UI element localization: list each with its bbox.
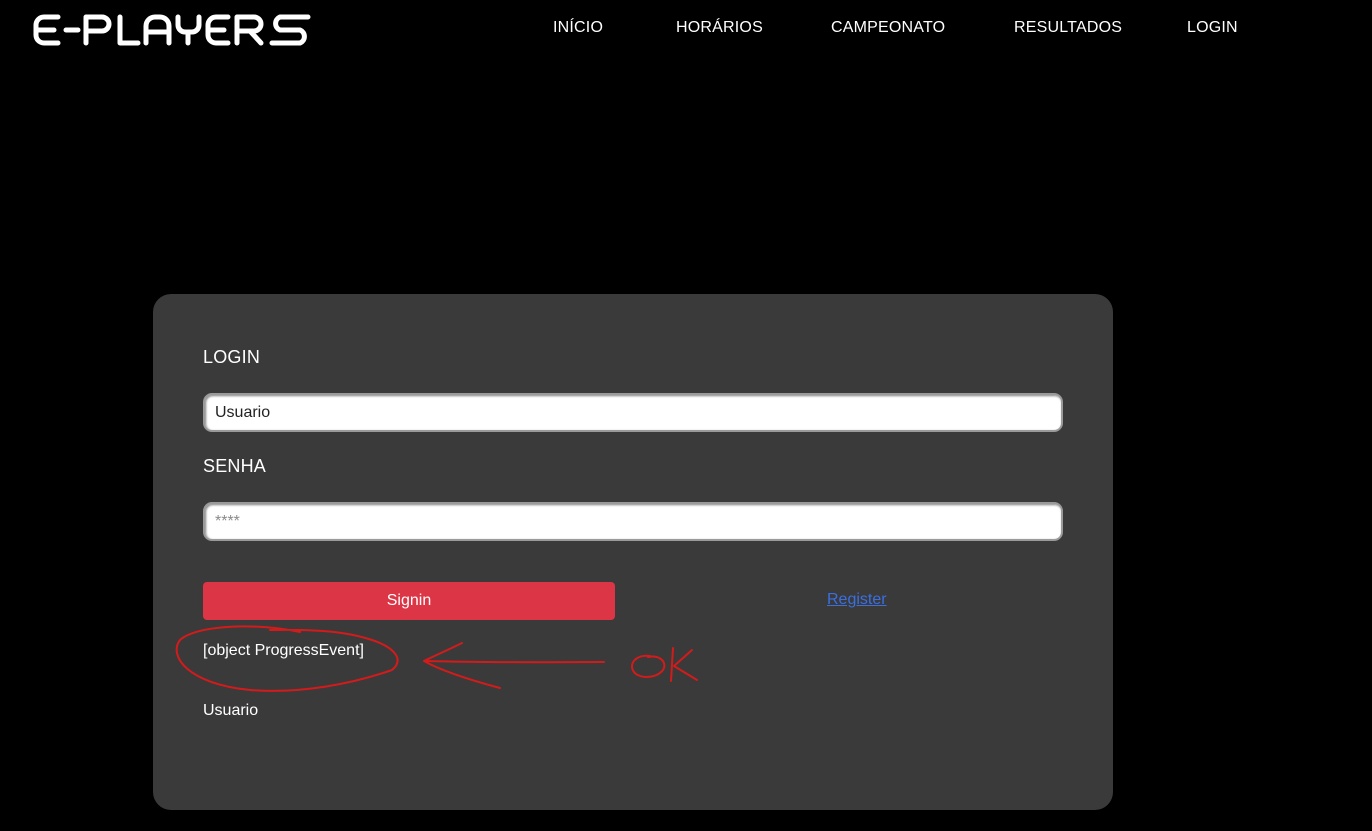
register-link[interactable]: Register (827, 591, 887, 609)
nav-resultados[interactable]: RESULTADOS (1014, 19, 1122, 37)
username-input[interactable] (203, 393, 1063, 432)
nav-inicio[interactable]: INÍCIO (553, 19, 603, 37)
page: INÍCIO HORÁRIOS CAMPEONATO RESULTADOS LO… (0, 0, 1372, 831)
password-input[interactable] (203, 502, 1063, 541)
signin-button[interactable]: Signin (203, 582, 615, 620)
main-nav: INÍCIO HORÁRIOS CAMPEONATO RESULTADOS LO… (0, 19, 1372, 41)
nav-horarios[interactable]: HORÁRIOS (676, 19, 763, 37)
login-card: LOGIN SENHA Signin Register [object Prog… (153, 294, 1113, 810)
nav-campeonato[interactable]: CAMPEONATO (831, 19, 945, 37)
username-display: Usuario (203, 702, 259, 719)
nav-login[interactable]: LOGIN (1187, 19, 1238, 37)
password-label: SENHA (203, 456, 267, 476)
login-label: LOGIN (203, 347, 261, 367)
result-message: [object ProgressEvent] (203, 642, 364, 659)
